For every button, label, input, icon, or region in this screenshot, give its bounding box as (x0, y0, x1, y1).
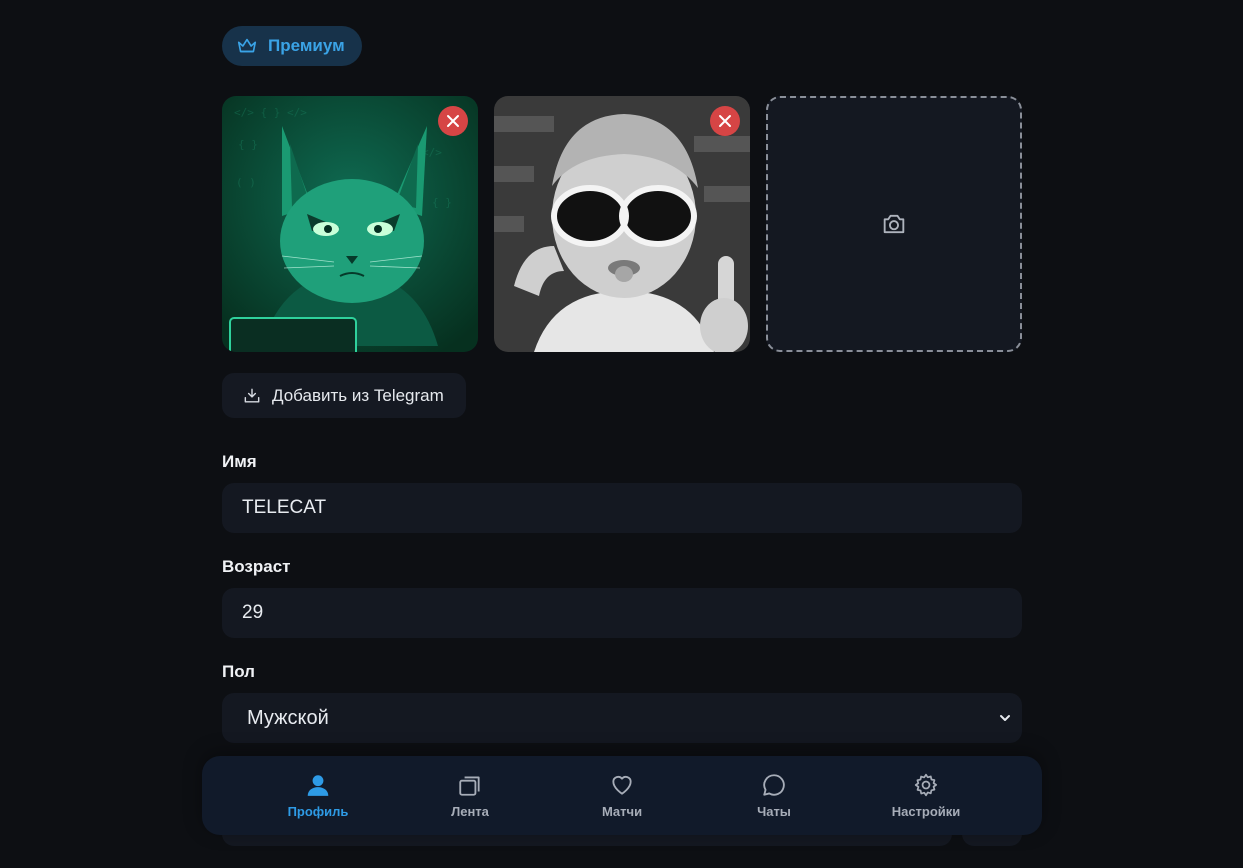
nav-item-profile[interactable]: Профиль (258, 772, 378, 819)
age-label: Возраст (222, 557, 291, 576)
cards-icon (459, 776, 480, 796)
name-value: TELECAT (242, 497, 327, 518)
cat-hacker-avatar: </> { } </> { } </> ( ) { } (222, 96, 478, 352)
user-icon (307, 775, 329, 796)
bottom-navigation: Профиль Лента Матчи Чаты Настройки (202, 756, 1042, 835)
gender-value: Мужской (247, 706, 329, 729)
premium-label: Премиум (268, 36, 345, 55)
chat-bubble-icon (763, 774, 785, 796)
camera-icon (883, 214, 905, 234)
heart-icon (612, 776, 632, 795)
name-input[interactable]: TELECAT (222, 483, 1022, 533)
nav-label: Настройки (891, 804, 961, 819)
photo-card[interactable] (494, 96, 750, 352)
nav-item-chats[interactable]: Чаты (714, 772, 834, 819)
photo-card[interactable]: </> { } </> { } </> ( ) { } (222, 96, 478, 352)
nav-label: Профиль (287, 804, 349, 819)
chevron-down-icon (1000, 715, 1010, 721)
kid-with-sunglasses (494, 96, 750, 352)
download-tray-icon (244, 388, 260, 403)
profile-page: Премиум </> { } </> { } </> ( ) { } Доба… (0, 0, 1243, 868)
svg-text:( ): ( ) (236, 176, 256, 189)
remove-photo-button[interactable] (438, 106, 468, 136)
remove-photo-button[interactable] (710, 106, 740, 136)
gender-label: Пол (222, 662, 255, 681)
nav-label: Лента (451, 804, 489, 819)
gender-select[interactable]: Мужской (222, 693, 1022, 743)
svg-text:{ }: { } (432, 196, 452, 209)
add-from-telegram-label: Добавить из Telegram (272, 385, 444, 405)
nav-item-matches[interactable]: Матчи (562, 772, 682, 819)
close-icon (719, 115, 731, 127)
nav-item-feed[interactable]: Лента (410, 772, 530, 819)
nav-label: Чаты (757, 804, 791, 819)
photo-gallery: </> { } </> { } </> ( ) { } (222, 96, 1022, 352)
svg-text:{ }: { } (238, 138, 258, 151)
add-photo-slot[interactable] (766, 96, 1022, 352)
close-icon (447, 115, 459, 127)
svg-text:</> { } </>: </> { } </> (234, 106, 307, 119)
add-from-telegram-button[interactable]: Добавить из Telegram (222, 373, 466, 418)
age-input[interactable]: 29 (222, 588, 1022, 638)
nav-label: Матчи (601, 804, 643, 819)
gear-icon (914, 773, 938, 797)
premium-button[interactable]: Премиум (222, 26, 362, 66)
name-label: Имя (222, 452, 257, 471)
nav-item-settings[interactable]: Настройки (866, 772, 986, 819)
age-value: 29 (242, 602, 264, 623)
crown-icon (237, 38, 257, 53)
